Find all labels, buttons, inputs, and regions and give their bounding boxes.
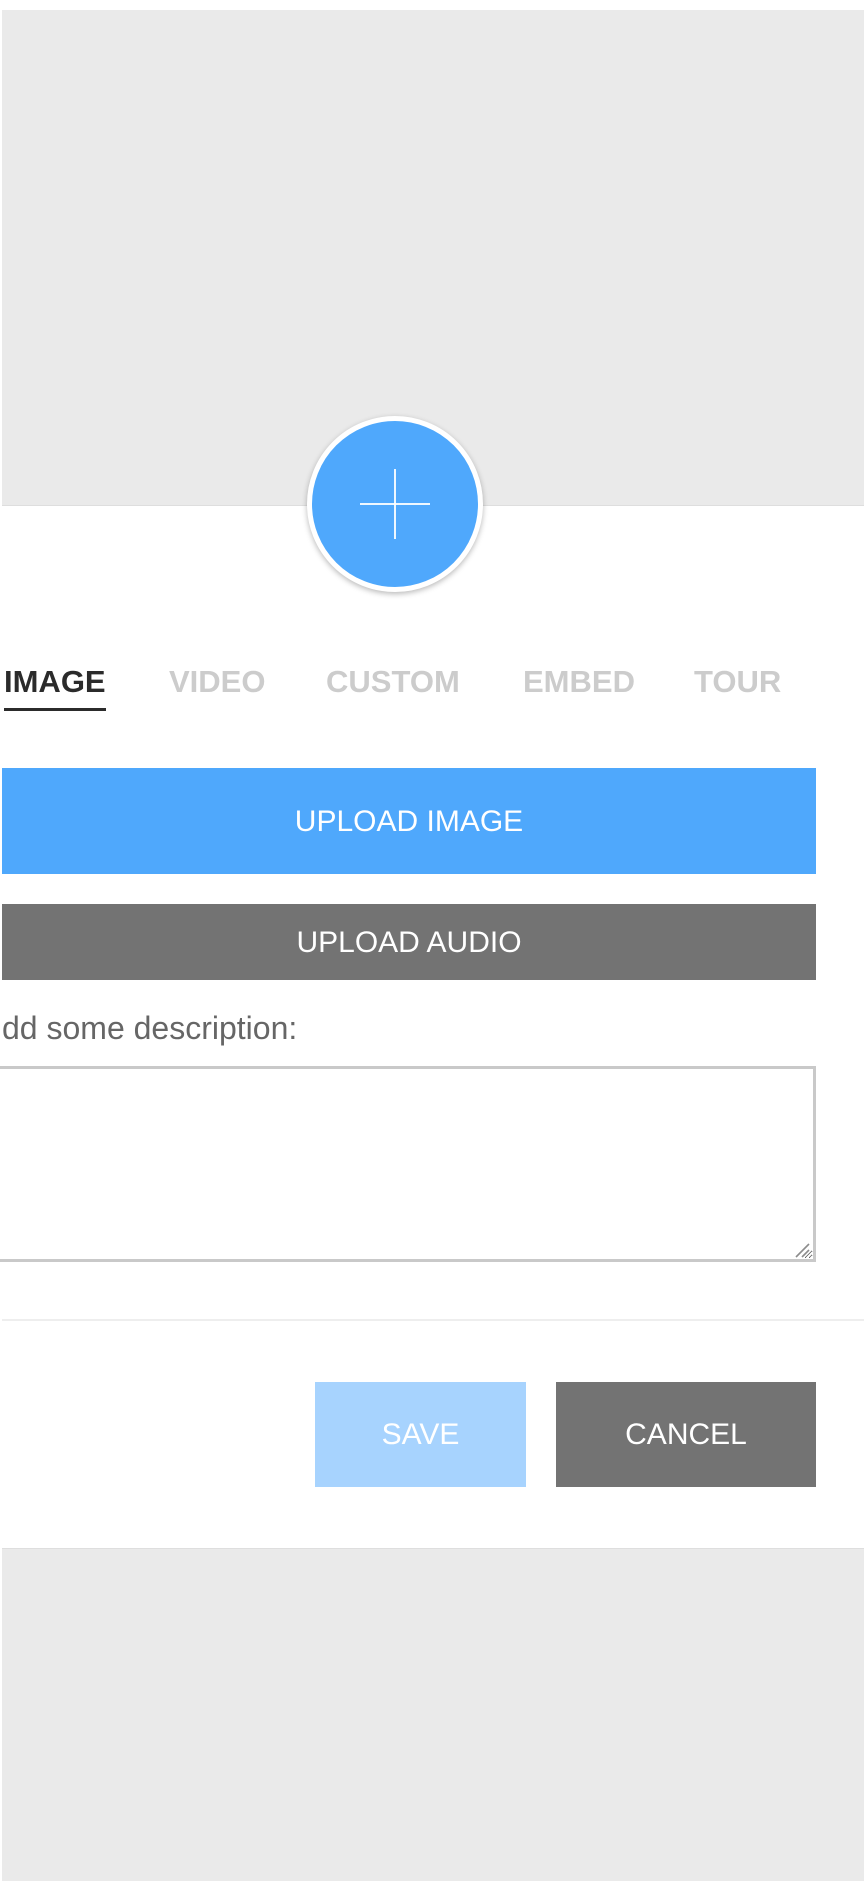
tab-image[interactable]: IMAGE — [4, 662, 106, 711]
resize-handle-icon[interactable] — [794, 1242, 810, 1258]
upload-audio-button[interactable]: UPLOAD AUDIO — [2, 904, 816, 980]
tab-video[interactable]: VIDEO — [169, 662, 265, 708]
tab-embed[interactable]: EMBED — [523, 662, 635, 708]
tab-tour[interactable]: TOUR — [694, 662, 781, 708]
footer-divider — [2, 1319, 864, 1321]
media-type-tabs: IMAGE VIDEO CUSTOM EMBED TOUR — [2, 662, 864, 712]
description-input[interactable] — [0, 1066, 816, 1262]
tab-custom[interactable]: CUSTOM — [326, 662, 460, 708]
bottom-canvas-area — [2, 1548, 864, 1881]
editor-page: IMAGE VIDEO CUSTOM EMBED TOUR UPLOAD IMA… — [0, 0, 864, 1881]
cancel-button[interactable]: CANCEL — [556, 1382, 816, 1487]
save-button[interactable]: SAVE — [315, 1382, 526, 1487]
add-media-button[interactable] — [307, 416, 483, 592]
plus-icon — [360, 469, 430, 539]
upload-image-button[interactable]: UPLOAD IMAGE — [2, 768, 816, 874]
description-label: dd some description: — [2, 1010, 298, 1046]
